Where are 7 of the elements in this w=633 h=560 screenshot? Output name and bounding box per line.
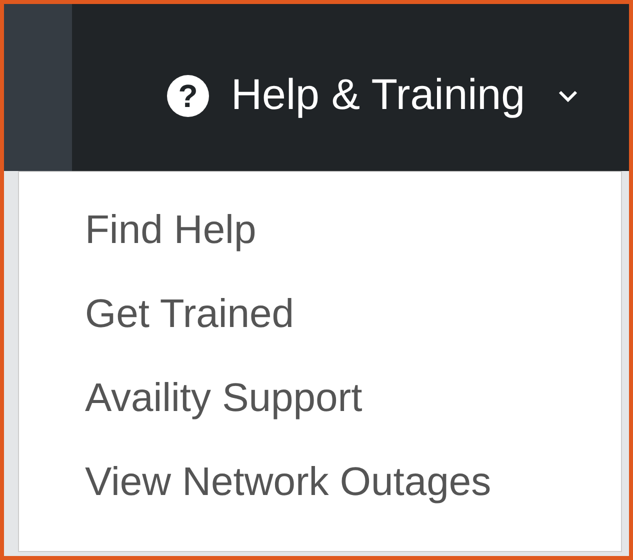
menu-item[interactable]: Availity Support xyxy=(85,376,362,460)
menu-item[interactable]: Get Trained xyxy=(85,292,294,376)
chevron-icon xyxy=(557,88,579,103)
help-training-dropdown[interactable]: ? Help & Training xyxy=(167,72,579,120)
menu-item[interactable]: View Network Outages xyxy=(85,460,492,544)
help-icon: ? xyxy=(167,74,209,117)
menu-item[interactable]: Find Help xyxy=(85,208,256,292)
